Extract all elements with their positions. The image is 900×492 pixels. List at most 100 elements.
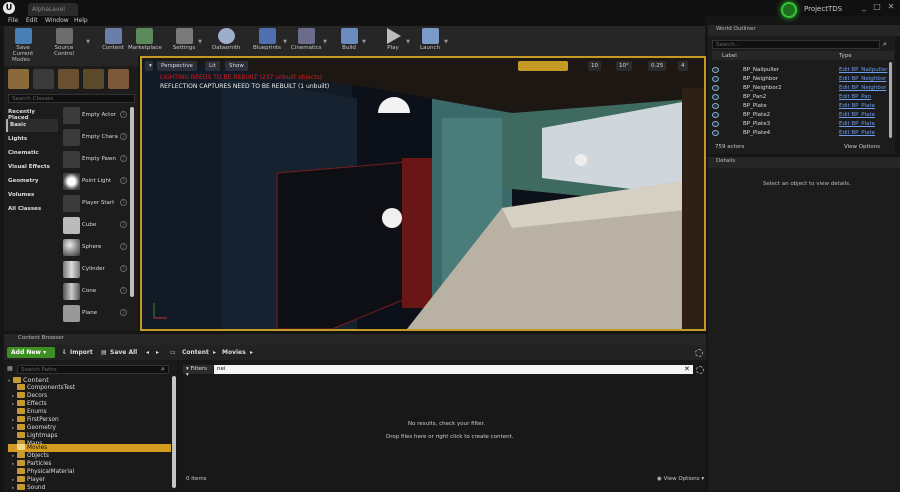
settings-button[interactable]: Settings ▼ <box>172 27 202 55</box>
launch-button[interactable]: Launch ▼ <box>418 27 448 55</box>
chevron-down-icon[interactable]: ▼ <box>198 39 202 45</box>
help-icon[interactable]: ? <box>120 243 127 250</box>
help-icon[interactable]: ? <box>120 221 127 228</box>
outliner-row[interactable]: BP_Neighbor Edit BP_Neighbor <box>712 75 890 84</box>
add-folder-icon[interactable]: ▦ <box>7 365 13 372</box>
label-column-header[interactable]: Label <box>722 53 737 59</box>
folder-item[interactable]: Lightmaps <box>12 432 57 440</box>
menu-file[interactable]: File <box>8 17 18 24</box>
outliner-scrollbar[interactable] <box>889 62 892 138</box>
viewport-menu-button[interactable]: ▾ <box>145 61 153 71</box>
place-item[interactable]: Empty Actor? <box>60 106 128 127</box>
place-item[interactable]: Cylinder? <box>60 260 128 281</box>
menu-help[interactable]: Help <box>74 17 88 24</box>
source-control-button[interactable]: Source Control ▼ <box>44 27 90 57</box>
foliage-mode-icon[interactable] <box>83 69 104 89</box>
category-recently-placed[interactable]: Recently Placed <box>6 106 58 121</box>
outliner-view-options-button[interactable]: View Options <box>844 144 880 150</box>
clear-search-icon[interactable]: ✕ <box>684 365 690 373</box>
folder-item[interactable]: ▸ Geometry <box>12 424 56 432</box>
level-tab[interactable]: AlphaLevel <box>28 3 78 16</box>
paint-mode-icon[interactable] <box>33 69 54 89</box>
category-lights[interactable]: Lights <box>6 133 58 146</box>
outliner-row[interactable]: BP_Plate2 Edit BP_Plate <box>712 111 890 120</box>
grid-snap-value[interactable]: 10 <box>588 61 601 71</box>
folder-item[interactable]: ▸ FirstPerson <box>12 416 59 424</box>
outliner-row[interactable]: BP_Pan2 Edit BP_Pan <box>712 93 890 102</box>
forward-arrow-icon[interactable]: ▸ <box>156 349 159 356</box>
help-icon[interactable]: ? <box>120 133 127 140</box>
category-volumes[interactable]: Volumes <box>6 189 58 202</box>
category-visual-effects[interactable]: Visual Effects <box>6 161 58 174</box>
search-icon[interactable]: ⌕ <box>883 40 887 49</box>
visibility-eye-icon[interactable] <box>712 94 719 100</box>
content-button[interactable]: Content <box>100 27 126 55</box>
outliner-row[interactable]: BP_Nailpuller Edit BP_Nailpuller <box>712 66 890 75</box>
menu-edit[interactable]: Edit <box>26 17 38 24</box>
show-button[interactable]: Show <box>225 61 248 71</box>
folder-item[interactable]: ▸ Particles <box>12 460 51 468</box>
chevron-down-icon[interactable]: ▼ <box>406 39 410 45</box>
place-mode-icon[interactable] <box>8 69 29 89</box>
play-button[interactable]: Play ▼ <box>382 27 410 55</box>
category-all-classes[interactable]: All Classes <box>6 203 58 216</box>
place-item[interactable]: Player Start? <box>60 194 128 215</box>
outliner-row[interactable]: BP_Plate Edit BP_Plate <box>712 102 890 111</box>
save-search-icon[interactable] <box>696 366 704 374</box>
visibility-eye-icon[interactable] <box>712 85 719 91</box>
sources-scrollbar[interactable] <box>172 376 176 488</box>
add-new-button[interactable]: Add New ▾ <box>7 347 55 358</box>
help-icon[interactable]: ? <box>120 309 127 316</box>
place-item[interactable]: Cube? <box>60 216 128 237</box>
build-button[interactable]: Build ▼ <box>338 27 366 55</box>
help-icon[interactable]: ? <box>120 265 127 272</box>
search-paths-input[interactable]: Search Paths <box>17 365 169 374</box>
breadcrumb-movies[interactable]: Movies <box>222 349 246 356</box>
blueprints-button[interactable]: Blueprints ▼ <box>253 27 287 55</box>
chevron-down-icon[interactable]: ▼ <box>444 39 448 45</box>
modes-tab[interactable]: Modes <box>4 56 138 66</box>
tree-root[interactable]: ▾ Content <box>8 376 49 384</box>
visibility-eye-icon[interactable] <box>712 112 719 118</box>
save-all-button[interactable]: Save All <box>110 349 137 356</box>
close-button[interactable]: ✕ <box>885 2 897 12</box>
landscape-mode-icon[interactable] <box>58 69 79 89</box>
folder-item-selected[interactable]: ▸ Movies <box>12 444 47 452</box>
visibility-eye-icon[interactable] <box>712 130 719 136</box>
category-geometry[interactable]: Geometry <box>6 175 58 188</box>
camera-speed-value[interactable]: 4 <box>678 61 688 71</box>
details-tab[interactable]: Details <box>708 157 900 168</box>
help-icon[interactable]: ? <box>120 177 127 184</box>
geometry-mode-icon[interactable] <box>108 69 129 89</box>
place-item[interactable]: Point Light? <box>60 172 128 193</box>
search-classes-input[interactable]: Search Classes <box>8 94 135 103</box>
category-basic[interactable]: Basic <box>6 119 58 132</box>
menu-window[interactable]: Window <box>45 17 69 24</box>
visibility-eye-icon[interactable] <box>712 103 719 109</box>
chevron-down-icon[interactable]: ▼ <box>283 39 287 45</box>
world-outliner-tab[interactable]: World Outliner <box>708 25 900 36</box>
maximize-button[interactable]: □ <box>871 2 883 12</box>
help-icon[interactable]: ? <box>120 155 127 162</box>
folder-item[interactable]: PhysicalMaterial <box>12 468 74 476</box>
place-item[interactable]: Cone? <box>60 282 128 303</box>
scale-snap-value[interactable]: 0.25 <box>648 61 667 71</box>
gear-icon[interactable] <box>695 349 703 357</box>
folder-item[interactable]: ▸ Player <box>12 476 45 484</box>
rotation-snap-value[interactable]: 10° <box>616 61 632 71</box>
level-viewport[interactable] <box>140 56 706 331</box>
outliner-row[interactable]: BP_Neighbor2 Edit BP_Neighbor <box>712 84 890 93</box>
lit-button[interactable]: Lit <box>205 61 220 71</box>
place-item[interactable]: Sphere? <box>60 238 128 259</box>
help-icon[interactable]: ? <box>120 199 127 206</box>
help-icon[interactable]: ? <box>120 111 127 118</box>
folder-item[interactable]: ▸ Decors <box>12 392 47 400</box>
marketplace-button[interactable]: Marketplace <box>128 27 162 55</box>
filters-button[interactable]: ▾ Filters ▾ <box>183 365 213 378</box>
perspective-button[interactable]: Perspective <box>157 61 197 71</box>
back-arrow-icon[interactable]: ◂ <box>146 349 149 356</box>
place-item[interactable]: Empty Pawn? <box>60 150 128 171</box>
outliner-row[interactable]: BP_Plate4 Edit BP_Plate <box>712 129 890 138</box>
chevron-down-icon[interactable]: ▼ <box>86 39 90 45</box>
save-current-button[interactable]: Save Current <box>6 27 40 57</box>
